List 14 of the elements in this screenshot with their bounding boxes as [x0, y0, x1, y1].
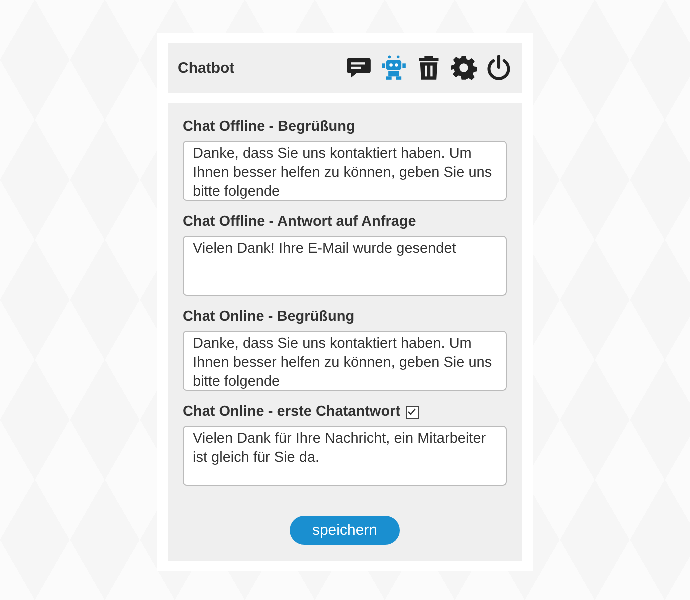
text-area[interactable]: Vielen Dank! Ihre E-Mail wurde gesendet [183, 236, 507, 296]
text-area[interactable]: Vielen Dank für Ihre Nachricht, ein Mitarbeiter ist gleich für Sie da. [183, 426, 507, 486]
power-icon[interactable] [486, 55, 512, 81]
save-button[interactable]: speichern [290, 516, 400, 545]
app-title: Chatbot [178, 60, 236, 76]
checkbox[interactable] [406, 406, 419, 418]
field-label: Chat Offline - Antwort auf Anfrage [183, 214, 416, 230]
text-area[interactable]: Danke, dass Sie uns kontaktiert haben. Um Ihnen besser helfen zu können, geben Sie uns bitte folgende [183, 141, 507, 201]
settings-icon[interactable] [451, 55, 477, 81]
field-label: Chat Online - Begrüßung [183, 309, 355, 325]
field-label: Chat Offline - Begrüßung [183, 119, 356, 135]
field-label: Chat Online - erste Chatantwort [183, 404, 401, 420]
robot-icon[interactable] [381, 55, 407, 81]
text-area[interactable]: Danke, dass Sie uns kontaktiert haben. Um Ihnen besser helfen zu können, geben Sie uns bitte folgende [183, 331, 507, 391]
